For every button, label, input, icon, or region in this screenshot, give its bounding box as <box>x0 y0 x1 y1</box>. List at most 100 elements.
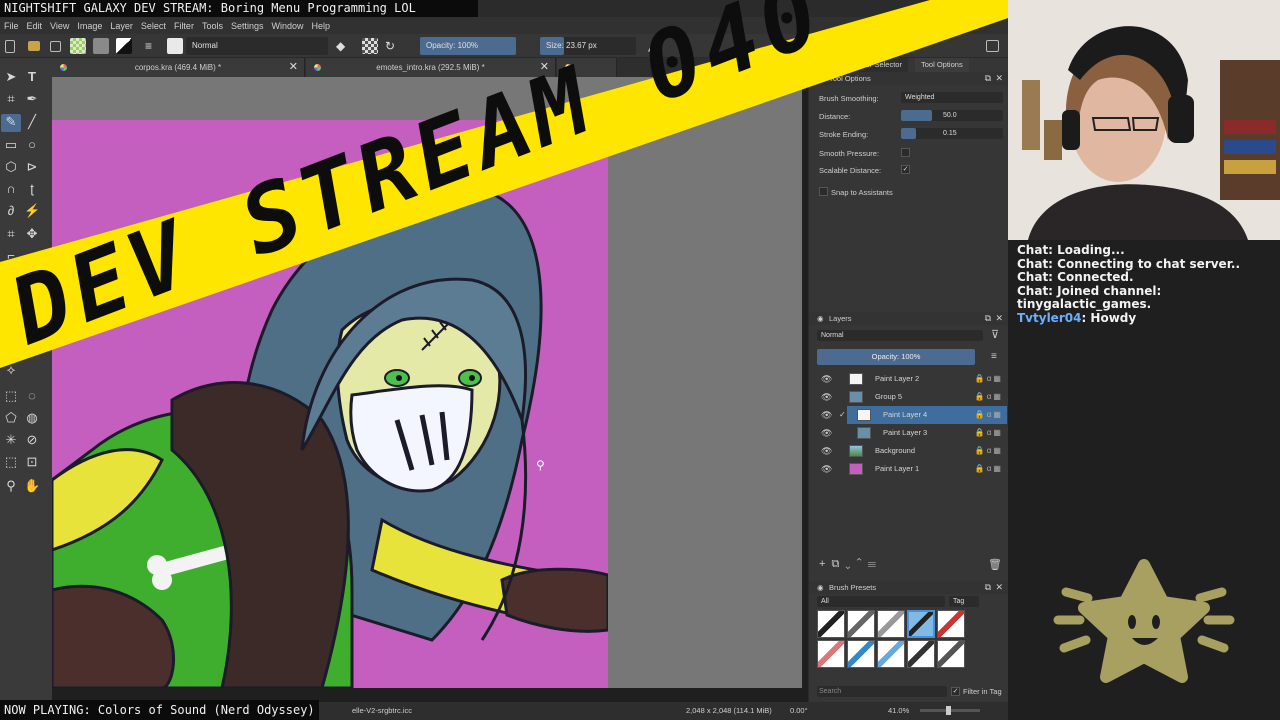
rectangle-tool-icon[interactable]: ▭ <box>3 137 19 153</box>
smooth-pressure-checkbox[interactable] <box>901 148 910 157</box>
layer-opacity-slider[interactable]: Opacity: 100% <box>817 349 975 365</box>
transform-tool-icon[interactable]: ⌐ <box>3 248 19 264</box>
save-icon[interactable] <box>50 41 61 52</box>
brush-preset-tile[interactable] <box>817 610 845 638</box>
tab-advanced-color-selector[interactable]: Advanced Color Selector <box>813 58 908 72</box>
tab-tool-options[interactable]: Tool Options <box>915 58 969 72</box>
zoom-slider[interactable] <box>920 706 980 715</box>
brush-preset-icon[interactable] <box>167 38 183 54</box>
delete-layer-icon[interactable]: 🗑 <box>988 558 1002 571</box>
eraser-icon[interactable]: ◆ <box>336 38 352 54</box>
move-down-icon[interactable]: ⌄ <box>845 558 856 570</box>
duplicate-layer-icon[interactable]: ⧉ <box>831 558 845 570</box>
brush-smoothing-select[interactable]: Weighted <box>901 92 1003 103</box>
open-folder-icon[interactable] <box>28 41 40 51</box>
brush-preset-tile[interactable] <box>877 640 905 668</box>
panel-lock-icon[interactable]: ◉ <box>817 72 824 85</box>
brush-preset-tile[interactable] <box>937 610 965 638</box>
close-tab-icon[interactable]: ✕ <box>540 58 549 77</box>
layer-properties-icon[interactable]: ☰ <box>868 558 882 570</box>
select-shapes-icon[interactable]: ➤ <box>3 69 19 85</box>
visibility-icon[interactable]: 👁 <box>821 460 832 478</box>
stroke-ending-slider[interactable]: 0.15 <box>901 128 1003 139</box>
dynamic-brush-icon[interactable]: ∂ <box>3 203 19 219</box>
blend-mode-select[interactable]: Normal <box>186 37 328 55</box>
brush-preset-tile[interactable] <box>817 640 845 668</box>
bezier-select-icon[interactable]: ⬚ <box>3 454 19 470</box>
contiguous-select-icon[interactable]: ✳ <box>3 432 19 448</box>
reload-icon[interactable]: ↻ <box>385 38 401 54</box>
menu-layer[interactable]: Layer <box>110 21 133 31</box>
brush-preset-tile[interactable] <box>877 610 905 638</box>
menu-filter[interactable]: Filter <box>174 21 194 31</box>
move-up-icon[interactable]: ⌃ <box>857 558 868 570</box>
opacity-slider[interactable]: Opacity: 100% <box>420 37 516 55</box>
layer-row[interactable]: 👁 Paint Layer 3 🔒α▦ <box>817 424 1007 442</box>
layer-lock-icons[interactable]: 🔒α▦ <box>975 424 1003 442</box>
menu-settings[interactable]: Settings <box>231 21 264 31</box>
visibility-icon[interactable]: 👁 <box>821 370 832 388</box>
tag-select[interactable]: Tag <box>949 596 979 607</box>
layer-row[interactable]: 👁 Paint Layer 2 🔒α▦ <box>817 370 1007 388</box>
zoom-tool-icon[interactable]: ⚲ <box>3 478 19 494</box>
visibility-icon[interactable]: 👁 <box>821 406 832 424</box>
float-panel-icon[interactable]: ⧉ <box>985 312 991 325</box>
brush-preset-tile[interactable] <box>847 610 875 638</box>
layer-row[interactable]: 👁 Group 5 🔒α▦ <box>817 388 1007 406</box>
close-tab-icon[interactable]: ✕ <box>289 58 298 77</box>
menu-image[interactable]: Image <box>77 21 102 31</box>
layer-lock-icons[interactable]: 🔒α▦ <box>975 442 1003 460</box>
preset-filter-select[interactable]: All <box>817 596 945 607</box>
menu-edit[interactable]: Edit <box>27 21 43 31</box>
close-panel-icon[interactable]: ✕ <box>995 72 1003 85</box>
freehand-path-icon[interactable]: ʈ <box>24 181 40 197</box>
filter-icon[interactable]: ⊽ <box>991 328 999 341</box>
text-tool-icon[interactable]: T <box>24 69 40 85</box>
layer-row[interactable]: 👁 Paint Layer 1 🔒α▦ <box>817 460 1007 478</box>
close-panel-icon[interactable]: ✕ <box>995 312 1003 325</box>
layer-lock-icons[interactable]: 🔒α▦ <box>975 388 1003 406</box>
ellipse-select-icon[interactable]: ◌ <box>24 388 40 404</box>
gradient-pattern-icon[interactable] <box>70 38 86 54</box>
float-panel-icon[interactable]: ⧉ <box>985 581 991 594</box>
zoom-slider-handle[interactable] <box>946 706 951 715</box>
visibility-icon[interactable]: 👁 <box>821 388 832 406</box>
brush-preset-tile-selected[interactable] <box>907 610 935 638</box>
menu-select[interactable]: Select <box>141 21 166 31</box>
pattern-swatch-icon[interactable] <box>93 38 109 54</box>
freehand-select-icon[interactable]: ◍ <box>24 410 40 426</box>
distance-slider[interactable]: 50.0 <box>901 110 1003 121</box>
brush-settings-icon[interactable]: ≡ <box>145 38 161 54</box>
float-panel-icon[interactable]: ⧉ <box>985 72 991 85</box>
polyline-tool-icon[interactable]: ⊳ <box>24 159 40 175</box>
filter-in-tag-checkbox[interactable]: ✓ <box>951 687 960 696</box>
menu-tools[interactable]: Tools <box>202 21 223 31</box>
line-tool-icon[interactable]: ╱ <box>24 114 40 130</box>
color-swap-icon[interactable] <box>116 38 132 54</box>
magnetic-select-icon[interactable]: ⊡ <box>24 454 40 470</box>
scalable-distance-checkbox[interactable]: ✓ <box>901 165 910 174</box>
menu-window[interactable]: Window <box>271 21 303 31</box>
close-window-icon[interactable]: ✕ <box>993 0 1004 17</box>
size-slider[interactable]: Size: 23.67 px <box>540 37 636 55</box>
move-tool-icon[interactable]: ✥ <box>24 226 40 242</box>
panel-lock-icon[interactable]: ◉ <box>817 312 824 325</box>
pan-tool-icon[interactable]: ✋ <box>24 478 40 494</box>
tab-third[interactable] <box>557 58 617 77</box>
layer-blend-select[interactable]: Normal <box>817 330 983 341</box>
menu-view[interactable]: View <box>50 21 69 31</box>
edit-shapes-icon[interactable]: ⌗ <box>3 91 19 107</box>
visibility-icon[interactable]: 👁 <box>821 442 832 460</box>
tab-emotes-intro[interactable]: emotes_intro.kra (292.5 MiB) * ✕ <box>306 58 556 77</box>
calligraphy-icon[interactable]: ✒ <box>24 91 40 107</box>
multibrush-icon[interactable]: ⚡ <box>24 203 40 219</box>
new-document-icon[interactable] <box>5 40 15 53</box>
polygon-tool-icon[interactable]: ⬡ <box>3 159 19 175</box>
artboard[interactable] <box>52 120 608 688</box>
mirror-icon[interactable]: ◭ <box>648 38 664 54</box>
layer-lock-icons[interactable]: 🔒α▦ <box>975 370 1003 388</box>
layer-menu-icon[interactable]: ≡ <box>991 351 997 362</box>
workspace-icon[interactable] <box>986 40 999 52</box>
alpha-lock-icon[interactable] <box>362 38 378 54</box>
freehand-brush-icon[interactable]: ✎ <box>1 114 21 132</box>
